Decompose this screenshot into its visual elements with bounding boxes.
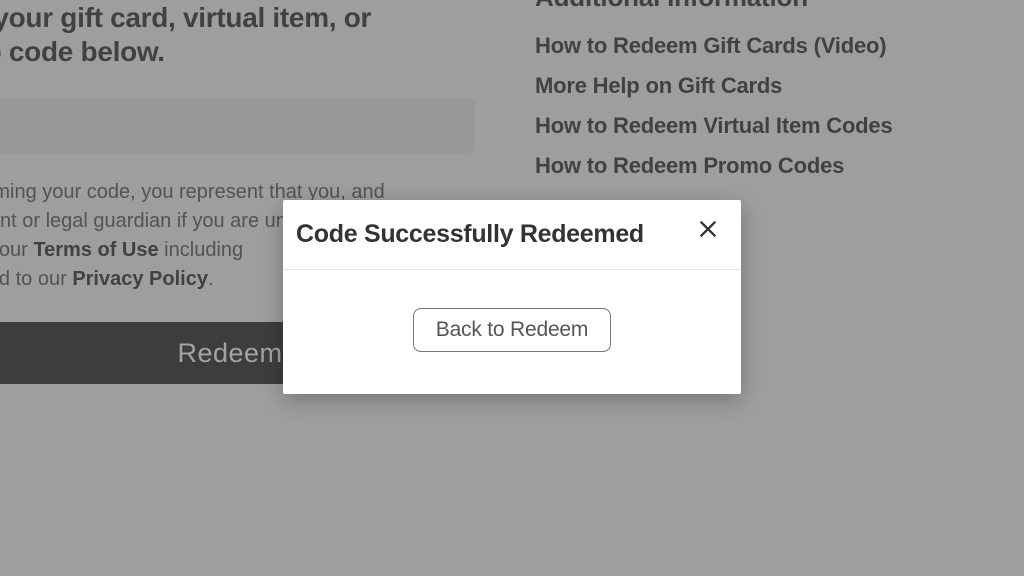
back-to-redeem-button[interactable]: Back to Redeem [413,308,611,352]
close-icon [697,218,719,243]
success-modal: Code Successfully Redeemed Back to Redee… [283,200,741,394]
modal-title: Code Successfully Redeemed [296,220,644,249]
modal-header: Code Successfully Redeemed [283,200,741,270]
back-to-redeem-label: Back to Redeem [436,318,588,341]
modal-body: Back to Redeem [283,270,741,394]
close-button[interactable] [693,216,723,246]
